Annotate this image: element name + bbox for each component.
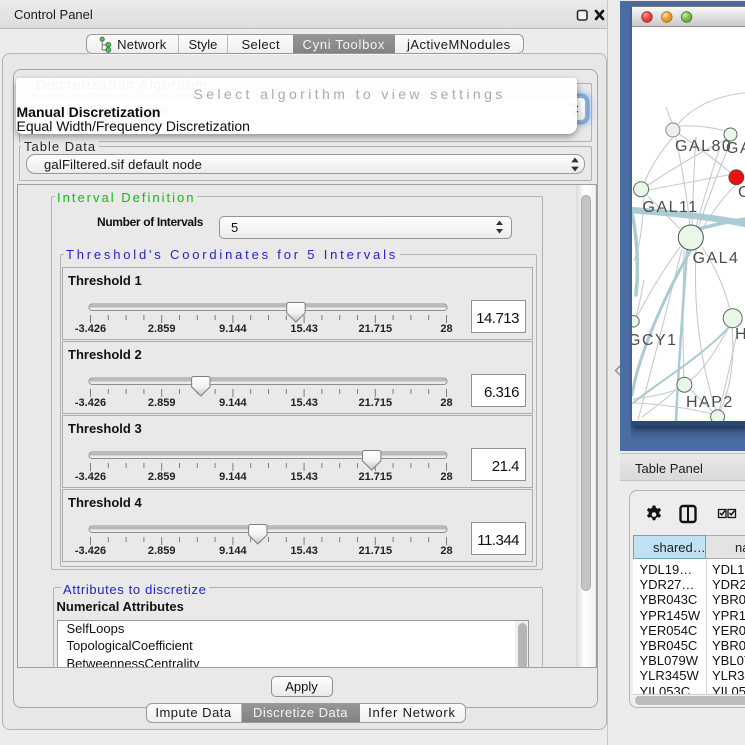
svg-text:C: C — [738, 184, 745, 201]
svg-text:GCY1: GCY1 — [632, 332, 678, 349]
svg-text:GA: GA — [726, 140, 745, 157]
svg-text:H: H — [735, 326, 745, 343]
svg-text:GAL11: GAL11 — [643, 199, 699, 216]
svg-text:GAL80: GAL80 — [675, 138, 732, 155]
svg-text:GAL4: GAL4 — [693, 250, 740, 267]
svg-text:HAP2: HAP2 — [686, 394, 734, 411]
